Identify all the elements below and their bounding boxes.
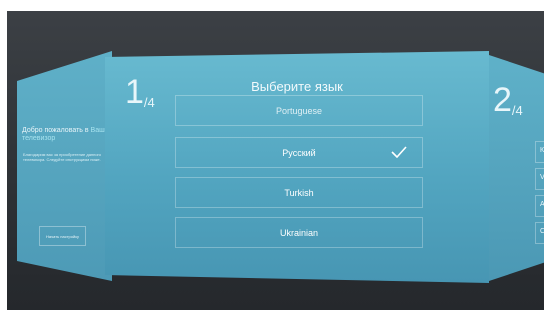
tv-screen: Добро пожаловать в Ваш телевизор Благода… bbox=[7, 11, 544, 310]
next-step-indicator: 2/4 bbox=[493, 83, 523, 117]
welcome-panel: Добро пожаловать в Ваш телевизор Благода… bbox=[17, 51, 112, 281]
language-option-portuguese[interactable]: Portuguese bbox=[175, 95, 423, 126]
language-label: Turkish bbox=[284, 187, 314, 198]
next-step-current: 2 bbox=[493, 81, 512, 119]
language-label: Portuguese bbox=[275, 105, 323, 116]
language-option-ukrainian[interactable]: Ukrainian bbox=[175, 217, 423, 248]
checkmark-icon bbox=[391, 146, 407, 158]
language-label: Русский bbox=[282, 147, 316, 158]
language-panel: 1/4 Выберите язык Portuguese Русский Tur… bbox=[105, 51, 489, 283]
next-step-total: /4 bbox=[511, 103, 523, 118]
step-total: /4 bbox=[143, 95, 155, 110]
next-option-label: С bbox=[540, 228, 544, 235]
next-option-label: V bbox=[540, 174, 544, 181]
language-label: Ukrainian bbox=[279, 227, 319, 238]
language-option-turkish[interactable]: Turkish bbox=[175, 177, 423, 208]
welcome-heading: Добро пожаловать в Ваш телевизор bbox=[22, 127, 108, 143]
next-option-3[interactable]: А bbox=[535, 195, 544, 217]
next-option-label: А bbox=[540, 201, 544, 208]
language-option-russian[interactable]: Русский bbox=[175, 137, 423, 168]
next-option-1[interactable]: К bbox=[535, 141, 544, 163]
step-indicator: 1/4 bbox=[125, 75, 155, 109]
welcome-text: Добро пожаловать в bbox=[22, 127, 89, 134]
start-setup-button[interactable]: Начать настройку bbox=[39, 226, 86, 246]
next-option-label: К bbox=[540, 147, 544, 154]
language-list: Portuguese Русский Turkish Ukrainian bbox=[175, 95, 425, 265]
next-option-2[interactable]: V bbox=[535, 168, 544, 190]
welcome-description: Благодарим вас за приобретение данного т… bbox=[23, 152, 102, 162]
step-current: 1 bbox=[125, 73, 144, 111]
next-step-panel: 2/4 К V А С bbox=[489, 55, 544, 281]
page-title: Выберите язык bbox=[251, 79, 343, 94]
next-option-4[interactable]: С bbox=[535, 222, 544, 244]
